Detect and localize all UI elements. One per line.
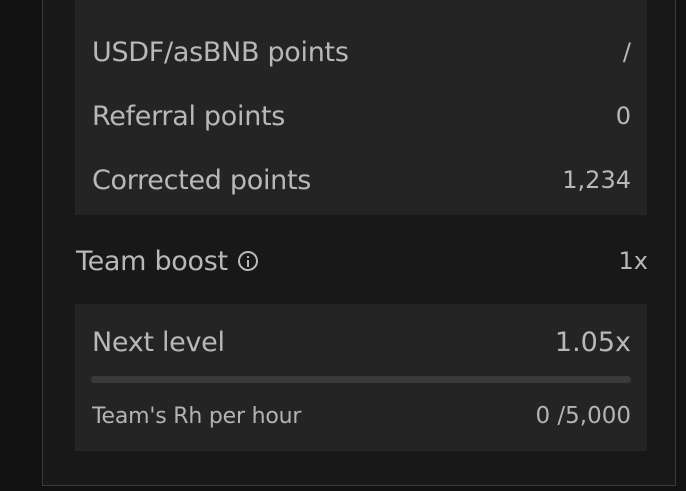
team-rh-row: Team's Rh per hour 0 /5,000: [75, 396, 647, 436]
team-rh-label: Team's Rh per hour: [92, 403, 302, 429]
team-boost-row: Team boost 1x: [76, 238, 648, 284]
next-level-card: Next level 1.05x Team's Rh per hour 0 /5…: [75, 304, 647, 451]
referral-points-row: Referral points 0: [75, 92, 647, 140]
corrected-points-value: 1,234: [562, 166, 631, 194]
usdf-points-row: USDF/asBNB points /: [75, 28, 647, 76]
next-level-row: Next level 1.05x: [75, 318, 647, 366]
team-rh-progress-bar: [91, 376, 631, 383]
usdf-points-value: /: [622, 38, 631, 66]
next-level-label: Next level: [92, 326, 225, 358]
referral-points-value: 0: [615, 102, 631, 130]
points-card: USDF/asBNB points / Referral points 0 Co…: [75, 0, 647, 215]
team-boost-value: 1x: [618, 247, 648, 275]
corrected-points-row: Corrected points 1,234: [75, 156, 647, 204]
referral-points-label: Referral points: [92, 100, 286, 132]
team-boost-label-group: Team boost: [76, 246, 258, 277]
usdf-points-label: USDF/asBNB points: [92, 36, 349, 68]
info-icon[interactable]: [237, 251, 258, 271]
corrected-points-label: Corrected points: [92, 164, 312, 196]
team-rh-value: 0 /5,000: [535, 403, 631, 429]
next-level-value: 1.05x: [554, 326, 631, 358]
team-boost-label: Team boost: [76, 245, 228, 277]
